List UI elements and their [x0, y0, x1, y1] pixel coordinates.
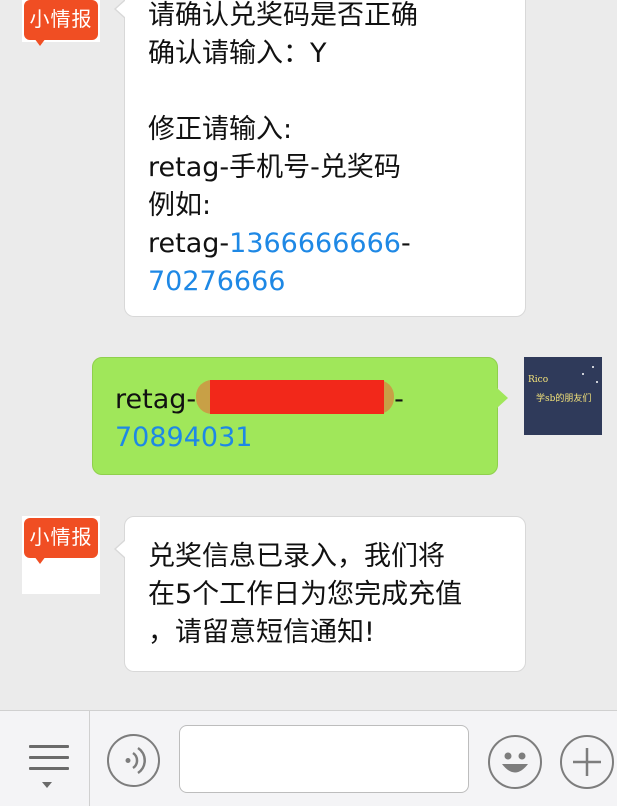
message-bubble-outgoing[interactable]: retag- - 70894031: [92, 357, 508, 475]
chat-area: 小情报 请确认兑奖码是否正确 确认请输入：Y 修正请输入: retag-手机号-…: [0, 0, 617, 710]
plus-icon[interactable]: [560, 735, 614, 789]
emoji-icon[interactable]: [488, 735, 542, 789]
xiaoqingbao-logo: 小情报: [24, 0, 98, 46]
example-dash: -: [400, 228, 411, 259]
message-bubble-incoming[interactable]: 兑奖信息已录入，我们将 在5个工作日为您完成充值 ，请留意短信通知!: [114, 516, 526, 672]
sent-suffix: -: [394, 384, 404, 415]
message-line: 例如:: [148, 190, 212, 221]
message-line: 修正请输入:: [148, 114, 293, 145]
code-link[interactable]: 70276666: [148, 263, 525, 301]
voice-icon[interactable]: [107, 734, 160, 787]
menu-icon[interactable]: [0, 711, 90, 806]
code-link[interactable]: 70894031: [115, 419, 497, 457]
phone-link[interactable]: 1366666666: [229, 228, 401, 259]
message-line: 兑奖信息已录入，我们将: [148, 541, 445, 572]
message-bubble-incoming[interactable]: 请确认兑奖码是否正确 确认请输入：Y 修正请输入: retag-手机号-兑奖码 …: [114, 0, 526, 317]
user-avatar[interactable]: Rico 学sb的朋友们: [524, 357, 602, 435]
xiaoqingbao-logo: 小情报: [24, 518, 98, 564]
message-line: ，请留意短信通知!: [148, 617, 375, 648]
message-line: retag- -: [115, 380, 497, 419]
example-prefix: retag-: [148, 228, 230, 259]
message-line: retag-手机号-兑奖码: [148, 152, 401, 183]
message-line: 确认请输入：Y: [148, 38, 327, 69]
message-line: 请确认兑奖码是否正确: [148, 0, 418, 31]
redacted-phone-mark: [196, 380, 395, 414]
bottom-input-bar: [0, 710, 617, 806]
message-input[interactable]: [179, 725, 469, 793]
message-line: retag-1366666666-: [148, 225, 525, 263]
sender-avatar[interactable]: 小情报: [22, 0, 100, 46]
sent-prefix: retag-: [115, 384, 197, 415]
message-line: 在5个工作日为您完成充值: [148, 579, 463, 610]
sender-avatar[interactable]: 小情报: [22, 516, 100, 594]
